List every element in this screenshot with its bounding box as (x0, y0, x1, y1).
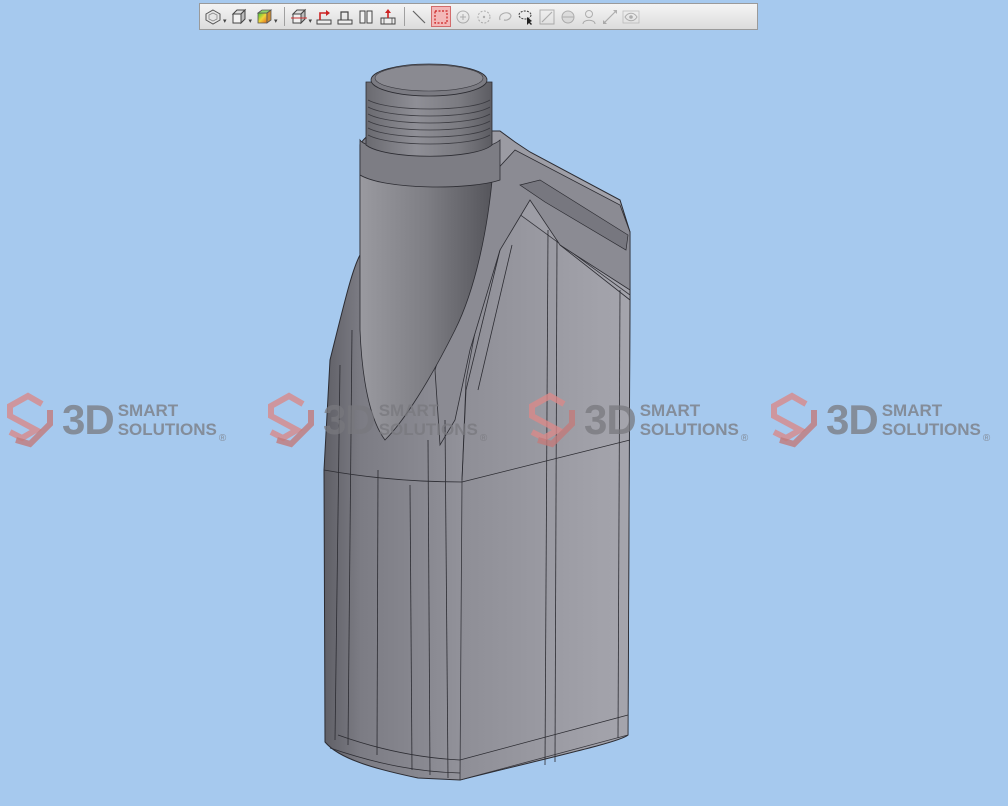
shade-button[interactable] (559, 6, 577, 27)
move-arrows-icon (603, 9, 618, 24)
watermark-logo: 3D SMART SOLUTIONS ® (263, 390, 487, 450)
watermark-logo: 3D SMART SOLUTIONS ® (2, 390, 226, 450)
watermark-line1: SMART (881, 401, 943, 420)
box-select-button[interactable] (431, 6, 452, 27)
move-button[interactable] (601, 6, 619, 27)
watermark-line2: SOLUTIONS (881, 420, 981, 439)
normal-to-button[interactable] (336, 6, 354, 27)
watermark-line2: SOLUTIONS (117, 420, 217, 439)
arrow-plane-icon (316, 9, 332, 24)
diagonal-line-icon (412, 10, 426, 23)
section-view-button[interactable]: ▾ (290, 6, 313, 27)
color-cube-icon (256, 8, 273, 24)
heads-up-view-toolbar: ▾ ▾ ▾ ▾ (199, 3, 758, 30)
watermark-s-icon (771, 392, 817, 448)
loop-icon (499, 11, 512, 21)
section-cube-icon (290, 8, 307, 24)
lasso-select-button[interactable] (517, 6, 535, 27)
appearance-button[interactable]: ▾ (255, 6, 278, 27)
watermark-3d-text: 3D (323, 396, 376, 443)
ruler-icon (539, 9, 555, 24)
lasso-button[interactable] (496, 6, 514, 27)
watermark-s-icon (529, 392, 575, 448)
visibility-button[interactable] (622, 6, 640, 27)
toolbar-separator (404, 7, 406, 26)
view-orientation-button[interactable]: ▾ (204, 6, 227, 27)
cube-icon (231, 8, 246, 24)
zoom-to-fit-button[interactable] (378, 6, 398, 27)
circle-select-alt-button[interactable] (475, 6, 493, 27)
lasso-cursor-icon (518, 9, 533, 25)
watermark-logo: 3D SMART SOLUTIONS ® (524, 390, 748, 450)
split-panels-icon (359, 10, 373, 23)
circle-select-button[interactable] (454, 6, 472, 27)
sphere-icon (561, 10, 575, 23)
toolbar-separator (283, 7, 285, 26)
house-arrow-icon (380, 8, 396, 24)
watermark-line1: SMART (378, 401, 440, 420)
watermark-s-icon (268, 392, 314, 448)
watermark-s-icon (7, 392, 53, 448)
watermark-registered: ® (218, 433, 227, 444)
watermark-line2: SOLUTIONS (378, 420, 478, 439)
person-view-button[interactable] (580, 6, 598, 27)
chevron-down-icon: ▾ (223, 17, 227, 25)
hexagon-view-icon (205, 8, 221, 25)
previous-view-button[interactable] (315, 6, 333, 27)
eye-icon (622, 10, 640, 23)
watermark-registered: ® (982, 433, 991, 444)
circle-plus-icon (456, 10, 470, 23)
chevron-down-icon: ▾ (274, 17, 278, 25)
display-style-button[interactable]: ▾ (230, 6, 253, 27)
watermark-line1: SMART (639, 401, 701, 420)
watermark-line1: SMART (117, 401, 179, 420)
dashed-circle-icon (477, 10, 491, 23)
watermark-line2: SOLUTIONS (639, 420, 739, 439)
watermark-3d-text: 3D (62, 396, 115, 443)
measure-button[interactable] (538, 6, 556, 27)
plane-icon (337, 10, 353, 24)
line-select-button[interactable] (410, 6, 428, 27)
split-view-button[interactable] (357, 6, 375, 27)
person-icon (582, 9, 596, 24)
chevron-down-icon: ▾ (248, 17, 253, 25)
dashed-rectangle-icon (434, 9, 448, 24)
chevron-down-icon: ▾ (308, 17, 313, 25)
watermark-registered: ® (740, 433, 749, 444)
watermark-logo: 3D SMART SOLUTIONS ® (766, 390, 990, 450)
watermark-3d-text: 3D (584, 396, 637, 443)
watermark-3d-text: 3D (826, 396, 879, 443)
3d-viewport[interactable]: 3D SMART SOLUTIONS ® 3D SMART SOLUTIONS … (0, 0, 1008, 806)
watermark-registered: ® (479, 433, 488, 444)
